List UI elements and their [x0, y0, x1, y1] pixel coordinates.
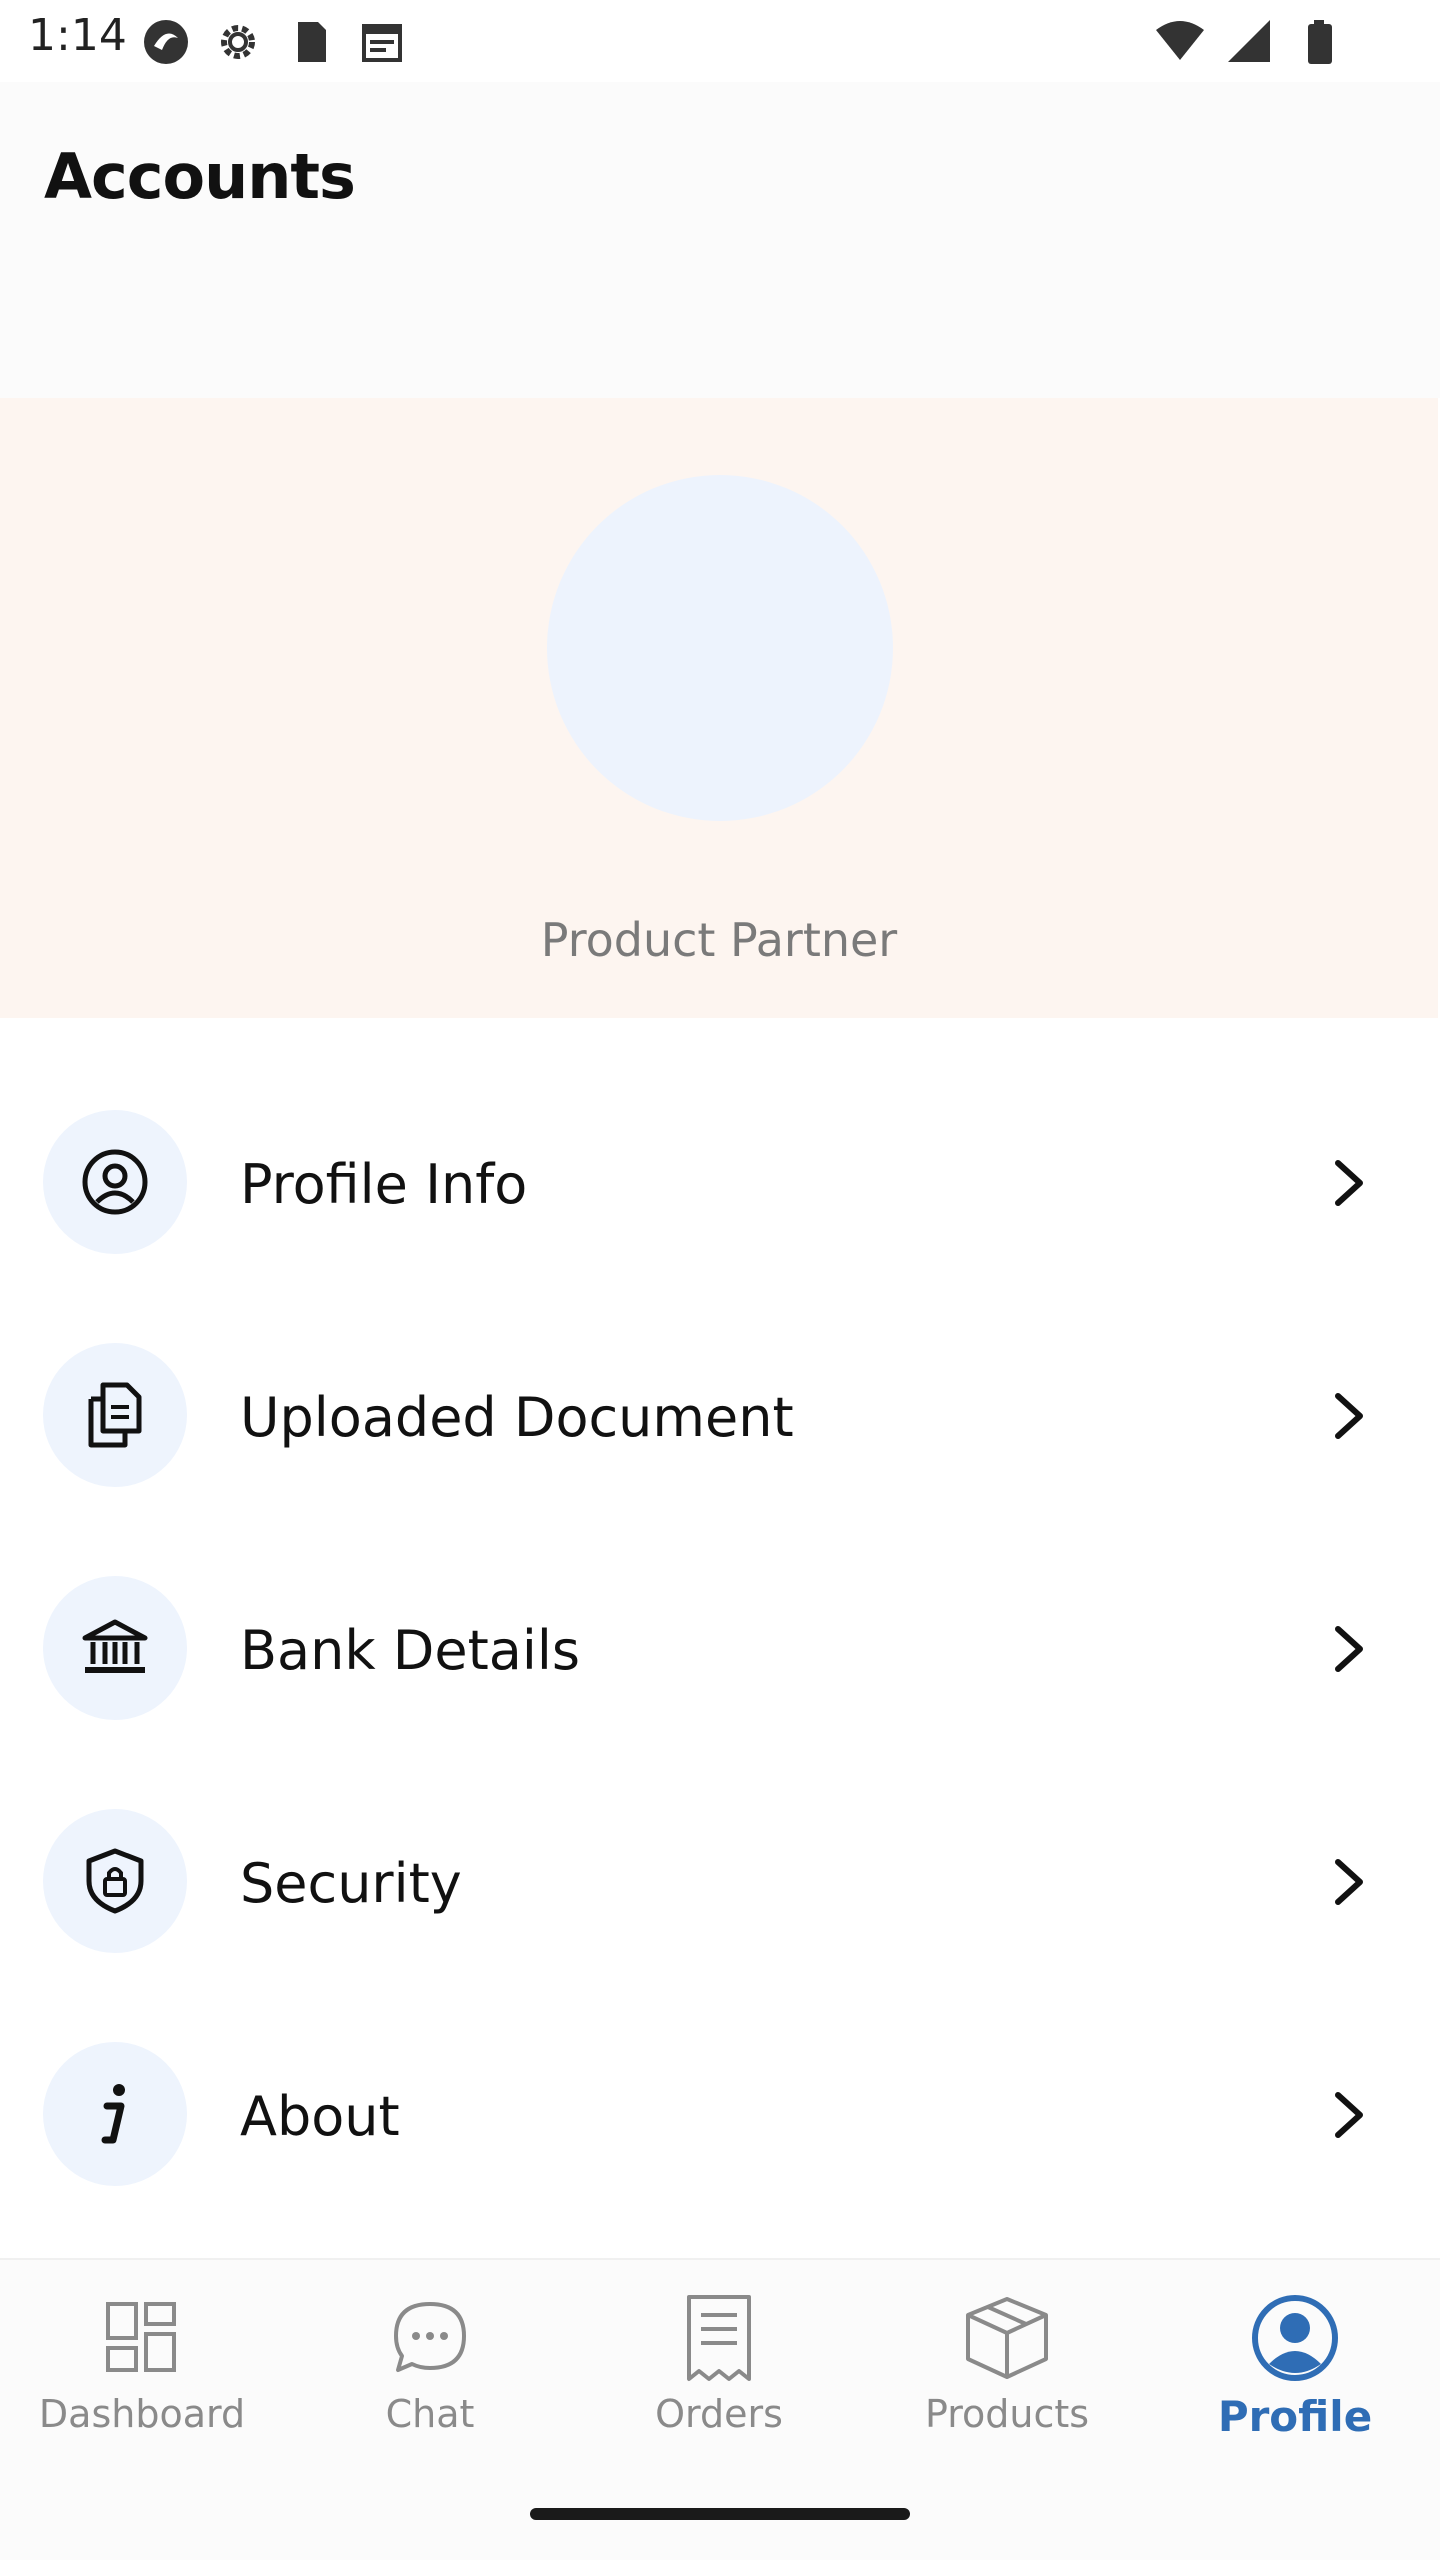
nav-dashboard[interactable]: Dashboard: [22, 2288, 262, 2468]
profile-icon: [43, 1110, 187, 1254]
menu-item-about[interactable]: About: [0, 2015, 1440, 2215]
profile-icon: [1175, 2288, 1415, 2388]
chevron-right-icon: [1318, 1619, 1378, 1679]
box-icon: [887, 2288, 1127, 2388]
status-bar: 1:14: [0, 0, 1440, 82]
nav-profile[interactable]: Profile: [1175, 2288, 1415, 2468]
app-icon: [140, 16, 192, 68]
avatar[interactable]: [547, 475, 893, 821]
battery-icon: [1294, 16, 1346, 68]
home-indicator[interactable]: [530, 2508, 910, 2520]
shield-lock-icon: [43, 1809, 187, 1953]
nav-products[interactable]: Products: [887, 2288, 1127, 2468]
page-title: Accounts: [44, 140, 356, 213]
bank-icon: [43, 1576, 187, 1720]
status-right-icons: [1154, 16, 1346, 68]
settings-icon: [212, 16, 264, 68]
dashboard-icon: [22, 2288, 262, 2388]
profile-banner: Product Partner: [0, 398, 1438, 1018]
signal-icon: [1224, 16, 1276, 68]
info-icon: [43, 2042, 187, 2186]
menu-item-label: Uploaded Document: [240, 1386, 794, 1449]
nav-label: Orders: [655, 2392, 783, 2436]
wifi-icon: [1154, 16, 1206, 68]
calendar-icon: [356, 16, 408, 68]
bottom-nav: Dashboard Chat Orders Products Profile: [0, 2258, 1440, 2560]
header: [0, 82, 1440, 398]
nav-label: Products: [924, 2392, 1090, 2436]
screen: 1:14 Accounts Product Partner Profile In…: [0, 0, 1440, 2560]
nav-chat[interactable]: Chat: [310, 2288, 550, 2468]
chevron-right-icon: [1318, 1852, 1378, 1912]
receipt-icon: [599, 2288, 839, 2388]
status-time: 1:14: [28, 10, 127, 61]
nav-label: Dashboard: [38, 2392, 246, 2436]
menu-item-bank-details[interactable]: Bank Details: [0, 1549, 1440, 1749]
chevron-right-icon: [1318, 1386, 1378, 1446]
chevron-right-icon: [1318, 1153, 1378, 1213]
nav-label: Chat: [385, 2392, 475, 2436]
sd-card-icon: [284, 16, 336, 68]
menu-item-label: Security: [240, 1852, 462, 1915]
menu-item-label: Bank Details: [240, 1619, 581, 1682]
documents-icon: [43, 1343, 187, 1487]
status-left-icons: [140, 16, 408, 68]
nav-label: Profile: [1217, 2392, 1373, 2441]
menu-item-security[interactable]: Security: [0, 1782, 1440, 1982]
menu-item-label: Profile Info: [240, 1153, 528, 1216]
profile-role: Product Partner: [540, 913, 898, 967]
chevron-right-icon: [1318, 2085, 1378, 2145]
menu-item-label: About: [240, 2085, 400, 2148]
nav-orders[interactable]: Orders: [599, 2288, 839, 2468]
menu-item-uploaded-document[interactable]: Uploaded Document: [0, 1316, 1440, 1516]
menu-item-profile-info[interactable]: Profile Info: [0, 1083, 1440, 1283]
chat-icon: [310, 2288, 550, 2388]
